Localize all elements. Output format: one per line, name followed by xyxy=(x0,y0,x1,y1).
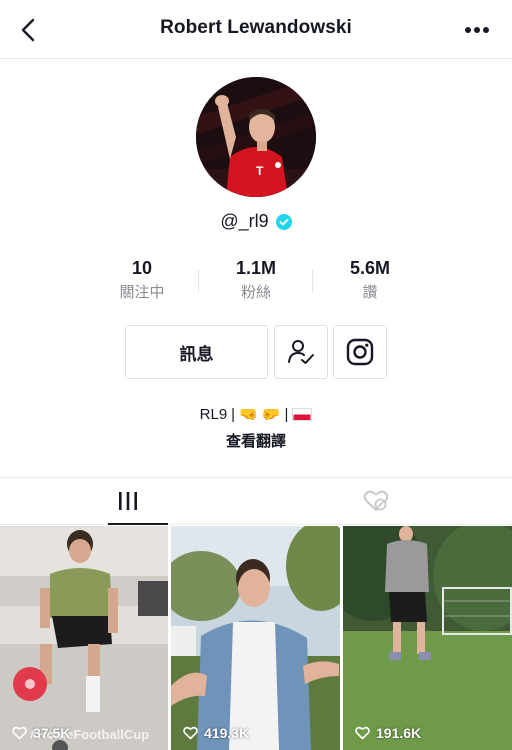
video-thumbnail-image xyxy=(171,526,340,750)
video-thumbnail-image xyxy=(343,526,512,750)
video-like-count-value: 37.5K xyxy=(33,725,71,741)
instagram-button[interactable] xyxy=(333,325,387,379)
grid-icon xyxy=(119,492,137,510)
message-button[interactable]: 訊息 xyxy=(125,325,268,379)
stat-followers[interactable]: 1.1M 粉絲 xyxy=(196,257,316,303)
following-button[interactable] xyxy=(274,325,328,379)
heart-outline-icon xyxy=(183,726,198,740)
user-check-icon xyxy=(288,340,314,364)
handle-row: @_rl9 xyxy=(0,211,512,232)
video-like-count-value: 419.3K xyxy=(204,725,250,741)
stat-following-label: 關注中 xyxy=(119,284,165,301)
poland-flag-icon xyxy=(292,407,313,421)
bio-separator: | xyxy=(284,405,289,423)
stats-bar: 10 關注中 1.1M 粉絲 5.6M 讚 xyxy=(0,257,512,307)
stat-likes-label: 讚 xyxy=(362,284,378,301)
stat-likes-value: 5.6M xyxy=(349,258,391,278)
heart-outline-icon xyxy=(355,726,370,740)
heart-hidden-icon xyxy=(363,490,389,511)
instagram-icon xyxy=(346,338,374,366)
video-like-count: 419.3K xyxy=(183,725,249,741)
heart-outline-icon xyxy=(12,726,27,740)
profile-handle: @_rl9 xyxy=(220,211,269,231)
fist-bump-right-emoji: 🤛 xyxy=(261,406,281,423)
top-nav-bar: Robert Lewandowski xyxy=(0,0,512,59)
profile-tabs xyxy=(0,477,512,525)
avatar-image: T xyxy=(196,77,316,197)
video-thumbnail[interactable]: 191.6K xyxy=(343,526,512,750)
fist-bump-left-emoji: 🤜 xyxy=(239,406,258,423)
stat-likes[interactable]: 5.6M 讚 xyxy=(310,257,430,303)
stat-followers-value: 1.1M xyxy=(235,258,277,278)
more-options-button[interactable] xyxy=(462,20,492,40)
video-thumbnail[interactable]: 419.3K xyxy=(171,526,340,750)
stat-following[interactable]: 10 關注中 xyxy=(82,257,202,303)
tab-videos[interactable] xyxy=(88,478,168,524)
bio: RL9 | 🤜 🤛 | xyxy=(0,405,512,423)
stat-followers-label: 粉絲 xyxy=(240,284,271,301)
bio-text: RL9 xyxy=(199,405,228,423)
tab-liked[interactable] xyxy=(336,478,416,524)
video-like-count-value: 191.6K xyxy=(376,725,422,741)
video-thumbnail[interactable]: #HomeFootballCup 37.5K xyxy=(0,526,168,750)
page-title: Robert Lewandowski xyxy=(160,17,352,38)
svg-text:T: T xyxy=(256,164,264,178)
video-grid: #HomeFootballCup 37.5K 419.3K 191.6K xyxy=(0,526,512,750)
verified-badge-icon xyxy=(275,213,292,230)
video-like-count: 191.6K xyxy=(355,725,421,741)
video-thumbnail-image xyxy=(0,526,168,750)
avatar[interactable]: T xyxy=(196,77,316,197)
video-like-count: 37.5K xyxy=(12,725,70,741)
stat-following-value: 10 xyxy=(131,258,153,278)
more-dots-icon xyxy=(465,27,489,33)
active-tab-indicator xyxy=(108,523,168,525)
bio-separator: | xyxy=(231,405,236,423)
see-translation-link[interactable]: 查看翻譯 xyxy=(0,430,512,451)
